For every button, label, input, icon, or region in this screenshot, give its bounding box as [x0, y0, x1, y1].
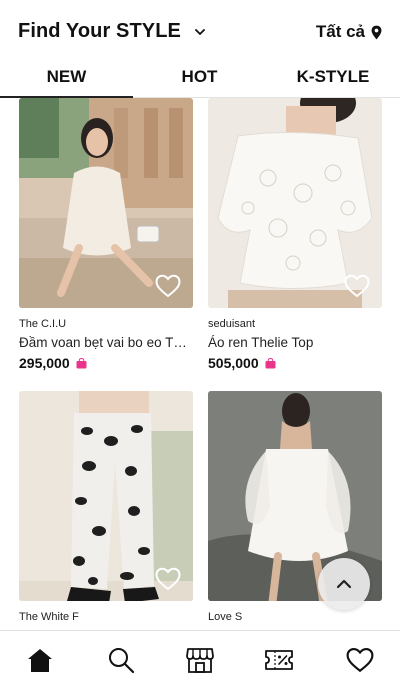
shop-name[interactable]: Love S	[208, 611, 382, 623]
shop-name[interactable]: seduisant	[208, 318, 382, 330]
heart-icon	[346, 647, 374, 673]
location-pin-icon	[371, 25, 382, 39]
nav-stores[interactable]	[185, 645, 215, 675]
product-image[interactable]	[208, 98, 382, 308]
coupon-icon	[265, 650, 293, 670]
shopping-bag-icon	[265, 357, 276, 368]
location-label: Tất cả	[315, 22, 365, 41]
category-tabs: NEW HOT K-STYLE	[0, 62, 400, 98]
chevron-up-icon	[336, 579, 352, 589]
product-feed[interactable]: The C.I.U Đầm voan bẹt vai bo eo THE C.I…	[0, 98, 400, 630]
product-image[interactable]	[19, 391, 193, 601]
home-icon	[28, 649, 52, 672]
product-card[interactable]: seduisant Áo ren Thelie Top 505,000	[208, 98, 382, 371]
product-price: 505,000	[208, 355, 259, 371]
shop-name[interactable]: The White F	[19, 611, 193, 623]
nav-search[interactable]	[106, 645, 136, 675]
shopping-bag-icon	[76, 357, 87, 368]
search-icon	[109, 648, 135, 674]
product-price: 295,000	[19, 355, 70, 371]
nav-favorites[interactable]	[345, 645, 375, 675]
heart-outline-icon[interactable]	[155, 274, 181, 298]
scroll-to-top-button[interactable]	[318, 558, 370, 610]
nav-coupons[interactable]	[264, 645, 294, 675]
page-title: Find Your STYLE	[18, 20, 181, 42]
product-card[interactable]: The C.I.U Đầm voan bẹt vai bo eo THE C.I…	[19, 98, 193, 371]
price-row: 505,000	[208, 355, 382, 371]
tab-new[interactable]: NEW	[0, 62, 133, 98]
tab-hot[interactable]: HOT	[133, 62, 266, 98]
store-icon	[186, 648, 214, 673]
price-row: 295,000	[19, 355, 193, 371]
product-name[interactable]: Đầm voan bẹt vai bo eo THE C.I.U	[19, 335, 193, 350]
product-card[interactable]: The White F	[19, 391, 193, 623]
chevron-down-icon	[195, 29, 205, 35]
bottom-navigation	[0, 630, 400, 688]
tab-k-style[interactable]: K-STYLE	[266, 62, 400, 98]
product-image[interactable]	[19, 98, 193, 308]
heart-outline-icon[interactable]	[344, 274, 370, 298]
heart-outline-icon[interactable]	[155, 567, 181, 591]
header: Find Your STYLE Tất cả	[0, 0, 400, 62]
style-selector[interactable]: Find Your STYLE	[18, 20, 205, 43]
product-name[interactable]: Áo ren Thelie Top	[208, 335, 382, 350]
location-filter[interactable]: Tất cả	[316, 22, 382, 42]
shop-name[interactable]: The C.I.U	[19, 318, 193, 330]
nav-home[interactable]	[25, 645, 55, 675]
